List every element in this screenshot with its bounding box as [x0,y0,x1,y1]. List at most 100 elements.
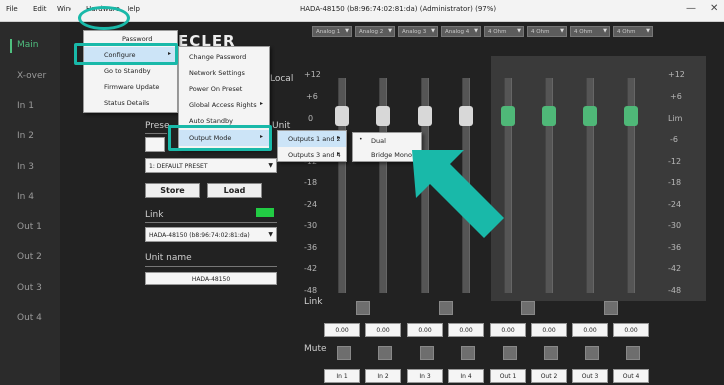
mute-button-out4[interactable] [626,346,640,360]
link-status-led [256,208,274,217]
sidebar-item-in1[interactable]: In 1 [17,101,34,111]
gain-value-out3[interactable]: 0.00 [572,323,608,337]
fader-knob-out4[interactable] [624,106,638,126]
sidebar-item-main[interactable]: Main [17,40,39,50]
output-select-label: Analog 3 [402,29,427,35]
menu-item-dual-label: Dual [371,137,386,145]
menu-item-outputs-3-4[interactable]: Outputs 3 and 4 ▸ [278,147,346,163]
channel-label-out1: Out 1 [490,369,526,383]
mute-button-in1[interactable] [337,346,351,360]
scale-right-tick: -48 [668,286,682,295]
menu-item-network-settings[interactable]: Network Settings [179,65,269,81]
output-select-label: Analog 2 [359,29,384,35]
minimize-icon[interactable]: — [686,3,696,14]
menu-item-status-details[interactable]: Status Details [84,95,177,111]
output-select-label: 4 Ohm [574,29,593,35]
menu-item-outputs12-label: Outputs 1 and 2 [288,135,341,143]
gain-value-out2[interactable]: 0.00 [531,323,567,337]
menu-window[interactable]: Window [57,5,71,13]
fader-knob-out3[interactable] [583,106,597,126]
output-select-3[interactable]: Analog 3 ▼ [398,26,438,37]
scale-left-tick: -48 [304,286,318,295]
mute-button-in3[interactable] [420,346,434,360]
channel-label-out2: Out 2 [531,369,567,383]
highlight-configure [74,43,178,65]
sidebar-item-xover[interactable]: X-over [17,71,46,81]
unit-name-input[interactable]: HADA-48150 [145,272,277,285]
active-indicator [10,39,12,53]
menu-item-global-access-rights[interactable]: Global Access Rights ▸ [179,97,269,113]
mute-button-out2[interactable] [544,346,558,360]
fader-knob-out1[interactable] [501,106,515,126]
fader-knob-out2[interactable] [542,106,556,126]
sidebar: Main X-over In 1 In 2 In 3 In 4 Out 1 Ou… [0,22,60,385]
link-toggle-in12[interactable] [356,301,370,315]
gain-value-in3[interactable]: 0.00 [407,323,443,337]
output-select-5[interactable]: 4 Ohm ▼ [484,26,524,37]
sidebar-item-out2[interactable]: Out 2 [17,252,42,262]
link-toggle-out12[interactable] [521,301,535,315]
fader-knob-in2[interactable] [376,106,390,126]
sidebar-item-in3[interactable]: In 3 [17,162,34,172]
unit-name-label: Unit name [145,253,192,263]
menu-item-outputs-1-2[interactable]: Outputs 1 and 2 ▸ [278,131,346,147]
menu-file[interactable]: File [6,5,18,13]
scale-right-tick: -6 [670,135,678,144]
output-select-6[interactable]: 4 Ohm ▼ [527,26,567,37]
local-label: Local [270,74,294,84]
link-toggle-out34[interactable] [604,301,618,315]
preset-select[interactable]: 1: DEFAULT PRESET ▼ [145,158,277,173]
gain-value-in1[interactable]: 0.00 [324,323,360,337]
output-select-2[interactable]: Analog 2 ▼ [355,26,395,37]
sidebar-item-out4[interactable]: Out 4 [17,313,42,323]
fader-knob-in3[interactable] [418,106,432,126]
output-select-label: Analog 1 [316,29,341,35]
menu-item-firmware-update[interactable]: Firmware Update [84,79,177,95]
menu-item-status-label: Status Details [104,99,150,107]
gain-value-in4[interactable]: 0.00 [448,323,484,337]
sidebar-item-in2[interactable]: In 2 [17,131,34,141]
mute-button-out3[interactable] [585,346,599,360]
mute-button-in4[interactable] [461,346,475,360]
window-title: HADA-48150 (b8:96:74:02:81:da) (Administ… [300,5,497,13]
scale-right-tick: -18 [668,178,682,187]
menu-item-global-access-label: Global Access Rights [189,101,257,109]
scale-right-tick: +12 [668,70,685,79]
load-button[interactable]: Load [207,183,262,198]
highlight-hardware-menu [78,6,130,30]
sidebar-item-in4[interactable]: In 4 [17,192,34,202]
preset-top-field[interactable] [145,137,165,152]
close-icon[interactable]: ✕ [710,3,718,14]
menu-item-go-to-standby[interactable]: Go to Standby [84,63,177,79]
output-select-7[interactable]: 4 Ohm ▼ [570,26,610,37]
submenu-arrow-icon: ▸ [336,150,340,157]
sidebar-item-out3[interactable]: Out 3 [17,283,42,293]
caret-icon: ▼ [474,28,478,34]
menu-item-power-on-preset[interactable]: Power On Preset [179,81,269,97]
output-select-8[interactable]: 4 Ohm ▼ [613,26,653,37]
mute-button-in2[interactable] [378,346,392,360]
gain-value-in2[interactable]: 0.00 [365,323,401,337]
channel-label-out3: Out 3 [572,369,608,383]
link-select[interactable]: HADA-48150 (b8:96:74:02:81:da) ▼ [145,227,277,242]
menu-item-change-password[interactable]: Change Password [179,49,269,65]
mute-button-out1[interactable] [503,346,517,360]
store-button[interactable]: Store [145,183,200,198]
scale-right-tick: -12 [668,157,682,166]
fader-knob-in1[interactable] [335,106,349,126]
menu-help[interactable]: Help [128,5,140,13]
menu-item-password-label: Password [122,35,153,43]
fader-knob-in4[interactable] [459,106,473,126]
caret-icon: ▼ [345,28,349,34]
preset-value: 1: DEFAULT PRESET [149,163,208,170]
output-select-label: 4 Ohm [531,29,550,35]
gain-value-out4[interactable]: 0.00 [613,323,649,337]
menu-edit[interactable]: Edit [33,5,47,13]
channel-label-out4: Out 4 [613,369,649,383]
sidebar-item-out1[interactable]: Out 1 [17,222,42,232]
link-toggle-in34[interactable] [439,301,453,315]
gain-value-out1[interactable]: 0.00 [490,323,526,337]
output-select-4[interactable]: Analog 4 ▼ [441,26,481,37]
channel-label-in4: In 4 [448,369,484,383]
output-select-1[interactable]: Analog 1 ▼ [312,26,352,37]
